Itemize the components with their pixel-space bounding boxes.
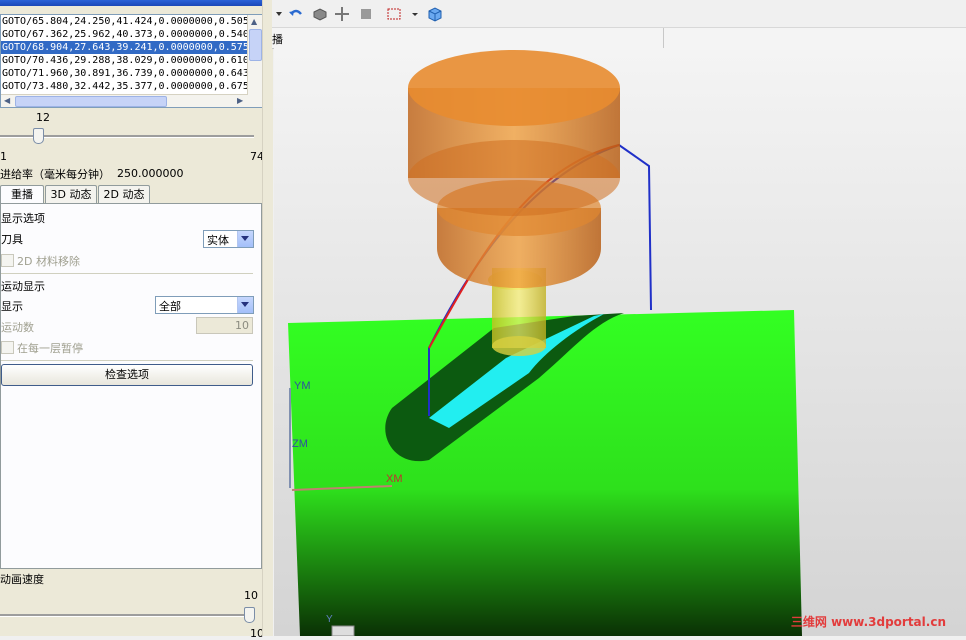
animation-speed-label: 动画速度 (0, 573, 44, 586)
list-item[interactable]: GOTO/67.362,25.962,40.373,0.0000000,0.54… (1, 28, 262, 41)
view-toolbar (272, 0, 966, 28)
header-divider (663, 28, 664, 48)
viewport-header: 播 (272, 28, 966, 49)
pause-each-layer-checkbox[interactable] (1, 341, 14, 354)
tool-shaft-bottom (492, 336, 546, 356)
chevron-down-icon[interactable] (237, 231, 253, 247)
selection-box-icon[interactable] (386, 6, 402, 22)
list-vertical-scrollbar[interactable]: ▲ (247, 15, 262, 107)
scene-graphic: YM ZM XM Y (288, 50, 802, 636)
scroll-up-icon[interactable]: ▲ (251, 17, 257, 26)
axis-label-y: Y (326, 614, 333, 625)
3d-viewport[interactable]: YM ZM XM Y 三维网 www.3dportal.cn (274, 48, 966, 636)
scroll-left-icon[interactable]: ◀ (4, 96, 10, 105)
section-divider (1, 273, 253, 274)
axis-label-xm: XM (386, 473, 403, 485)
horizontal-scroll-thumb[interactable] (15, 96, 167, 107)
list-horizontal-scrollbar[interactable]: ◀ ▶ (1, 94, 248, 107)
vertical-scroll-thumb[interactable] (249, 29, 262, 61)
dialog-title-bar (0, 0, 272, 6)
panel-splitter[interactable] (262, 0, 273, 636)
feedrate-label: 进给率（毫米每分钟） (0, 168, 110, 181)
snap-point-icon[interactable] (334, 6, 350, 22)
motion-count-field[interactable]: 10 (196, 317, 253, 334)
motion-display-value: 全部 (159, 300, 181, 313)
animation-speed-thumb[interactable] (244, 607, 255, 623)
axis-label-ym: YM (294, 380, 311, 392)
cube-view-icon[interactable] (427, 6, 443, 22)
tab-2d-dynamic[interactable]: 2D 动态 (98, 185, 150, 203)
tool-display-value: 实体 (207, 234, 229, 247)
list-item[interactable]: GOTO/71.960,30.891,36.739,0.0000000,0.64… (1, 67, 262, 80)
tool-path-list[interactable]: GOTO/65.804,24.250,41.424,0.0000000,0.50… (0, 14, 263, 108)
animation-speed-max-label: 10 (244, 589, 258, 602)
motion-display-title: 运动显示 (1, 280, 45, 293)
slider-min-label: 1 (0, 150, 7, 163)
mode-tabs: 重播 3D 动态 2D 动态 (0, 185, 262, 204)
tab-3d-dynamic[interactable]: 3D 动态 (45, 185, 97, 203)
undo-icon[interactable] (288, 6, 304, 22)
position-slider-thumb[interactable] (32, 128, 44, 144)
feedrate-value: 250.000000 (117, 167, 184, 180)
motion-count-label: 运动数 (1, 321, 34, 334)
chevron-down-icon[interactable] (237, 297, 253, 313)
list-item[interactable]: GOTO/70.436,29.288,38.029,0.0000000,0.61… (1, 54, 262, 67)
axis-label-zm: ZM (292, 438, 308, 450)
slider-current-value: 12 (36, 111, 50, 124)
tool-holder-top (408, 50, 620, 126)
section-divider (1, 360, 253, 361)
tool-label: 刀具 (1, 233, 23, 246)
list-item[interactable]: GOTO/68.904,27.643,39.241,0.0000000,0.57… (1, 41, 262, 54)
display-label: 显示 (1, 300, 23, 313)
material-removal-label: 2D 材料移除 (17, 255, 80, 268)
list-item[interactable]: GOTO/65.804,24.250,41.424,0.0000000,0.50… (1, 15, 262, 28)
replay-tab-content: 显示选项 刀具 实体 2D 材料移除 运动显示 显示 全部 运动数 10 在每一… (0, 203, 262, 569)
animation-speed-track[interactable] (0, 614, 254, 617)
tab-replay[interactable]: 重播 (0, 185, 44, 204)
check-options-button[interactable]: 检查选项 (1, 364, 253, 386)
watermark: 三维网 www.3dportal.cn (790, 615, 946, 629)
tool-holder-base (408, 140, 620, 216)
material-removal-checkbox[interactable] (1, 254, 14, 267)
view-triad (331, 625, 355, 636)
dropdown-arrow-icon[interactable] (407, 6, 423, 22)
tool-display-dropdown[interactable]: 实体 (203, 230, 254, 248)
list-item[interactable]: GOTO/73.480,32.442,35.377,0.0000000,0.67… (1, 80, 262, 93)
motion-display-dropdown[interactable]: 全部 (155, 296, 254, 314)
shaded-view-icon[interactable] (312, 6, 328, 22)
scroll-right-icon[interactable]: ▶ (237, 96, 243, 105)
pause-each-layer-label: 在每一层暂停 (17, 342, 83, 355)
viewport-header-text: 播 (272, 33, 283, 46)
tool-path-visualization-panel: GOTO/65.804,24.250,41.424,0.0000000,0.50… (0, 0, 272, 640)
point-tool-icon[interactable] (358, 6, 374, 22)
display-options-title: 显示选项 (1, 212, 45, 225)
